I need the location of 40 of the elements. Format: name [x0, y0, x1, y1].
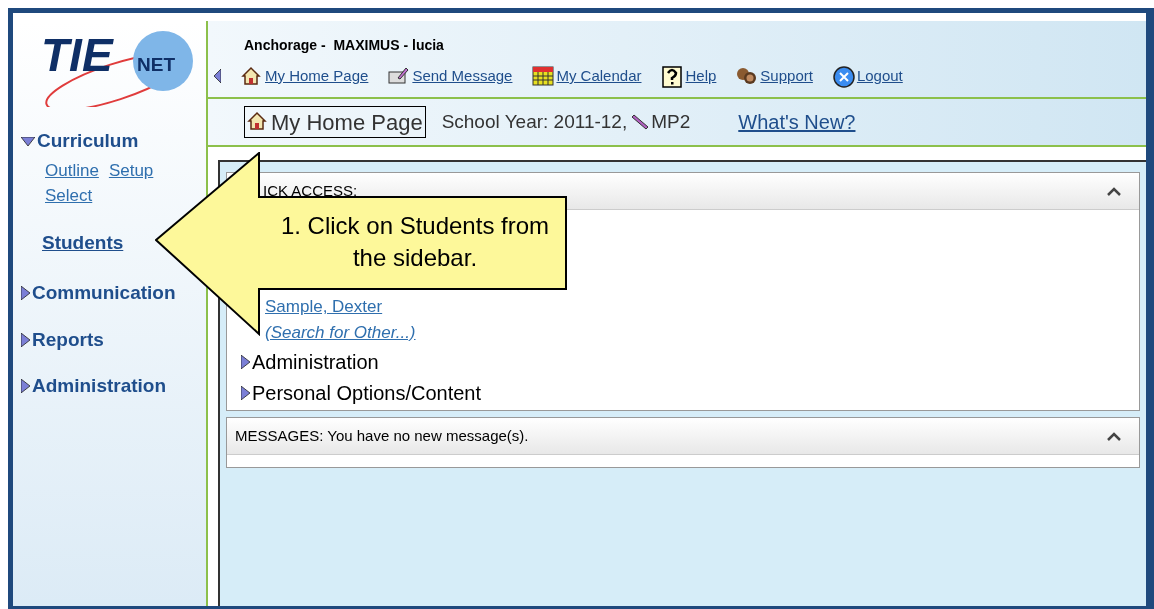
- marking-period-label: MP2: [651, 109, 691, 134]
- student-link[interactable]: (Search for Other...): [265, 320, 416, 346]
- callout-text: 1. Click on Students from the sidebar.: [279, 211, 551, 273]
- sidebar-section[interactable]: Administration: [32, 372, 167, 401]
- section-toggle[interactable]: Administration: [252, 346, 379, 377]
- nav-link[interactable]: Help: [685, 65, 717, 88]
- panel-title: ICK ACCESS:: [263, 180, 358, 201]
- expand-triangle-icon[interactable]: [241, 385, 250, 400]
- question-mark-icon: [661, 65, 684, 88]
- school-year-label: School Year: 2011-12,: [441, 109, 628, 134]
- expand-triangle-icon[interactable]: [241, 354, 250, 369]
- sidebar-link[interactable]: Students: [42, 228, 124, 257]
- nav-link[interactable]: My Home Page: [265, 65, 369, 88]
- section-toggle[interactable]: Personal Options/Content: [252, 377, 482, 408]
- sidebar-link[interactable]: Select: [45, 183, 93, 209]
- collapse-chevron-icon[interactable]: [1107, 431, 1121, 441]
- expand-triangle-icon[interactable]: [21, 332, 30, 347]
- collapse-arrow-icon[interactable]: [214, 69, 221, 84]
- nav-link[interactable]: My Calendar: [556, 65, 642, 88]
- sidebar-section[interactable]: Reports: [32, 325, 104, 354]
- expand-triangle-icon[interactable]: [21, 286, 30, 301]
- nav-link[interactable]: Support: [760, 65, 813, 88]
- sidebar-section[interactable]: Curriculum: [37, 127, 139, 156]
- sidebar-link[interactable]: Outline: [45, 157, 99, 183]
- whats-new-link[interactable]: What's New?: [738, 107, 856, 137]
- calendar-icon: [532, 65, 555, 88]
- close-circle-icon: [832, 65, 855, 88]
- expand-triangle-icon[interactable]: [21, 136, 35, 146]
- sidebar-link[interactable]: Setup: [108, 157, 154, 183]
- nav-link[interactable]: Send Message: [412, 65, 513, 88]
- house-icon: [247, 111, 269, 133]
- house-icon: [241, 65, 263, 88]
- header-title: Anchorage - MAXIMUS - lucia: [244, 37, 444, 53]
- collapse-chevron-icon[interactable]: [1107, 186, 1121, 196]
- sidebar-section[interactable]: Communication: [32, 279, 176, 308]
- student-link[interactable]: Sample, Dexter: [265, 294, 383, 320]
- panel-title: MESSAGES: You have no new message(s).: [235, 425, 529, 446]
- nav-link[interactable]: Logout: [856, 65, 903, 88]
- my-home-page-button[interactable]: My Home Page: [244, 106, 426, 138]
- expand-triangle-icon[interactable]: [21, 379, 30, 394]
